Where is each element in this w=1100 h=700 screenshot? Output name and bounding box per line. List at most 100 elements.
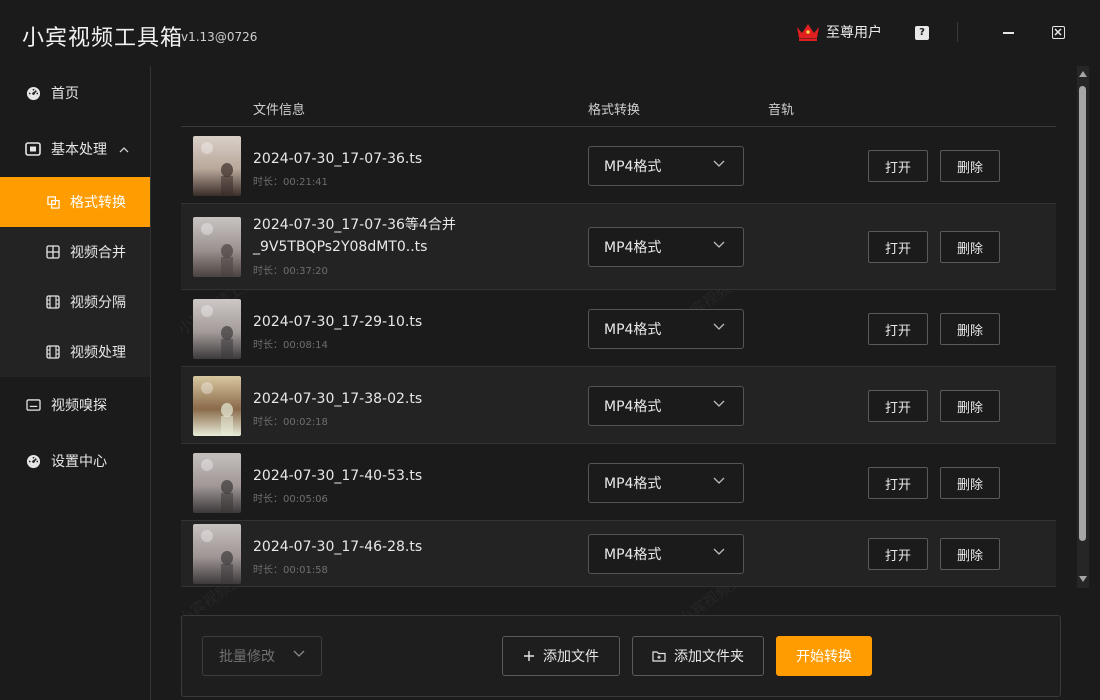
add-file-button[interactable]: 添加文件 xyxy=(502,636,620,676)
format-select[interactable]: MP4格式 xyxy=(588,309,744,349)
scrollbar-thumb[interactable] xyxy=(1079,86,1086,541)
chevron-down-icon xyxy=(713,160,725,167)
video-thumbnail xyxy=(193,299,241,359)
open-button[interactable]: 打开 xyxy=(868,313,928,345)
table-row: 2024-07-30_17-07-36.ts 时长：00:21:41 MP4格式… xyxy=(181,127,1056,204)
delete-button[interactable]: 删除 xyxy=(940,467,1000,499)
sidebar-label: 设置中心 xyxy=(51,454,107,470)
titlebar-divider xyxy=(957,22,958,42)
format-select[interactable]: MP4格式 xyxy=(588,146,744,186)
format-select[interactable]: MP4格式 xyxy=(588,463,744,503)
video-thumbnail xyxy=(193,376,241,436)
film-icon xyxy=(46,295,60,309)
action-panel: 批量修改 添加文件 添加文件夹 开始转换 xyxy=(181,615,1061,697)
sidebar-item-format-convert[interactable]: 格式转换 xyxy=(0,177,150,227)
column-header-file-info: 文件信息 xyxy=(253,103,306,118)
add-folder-label: 添加文件夹 xyxy=(674,649,744,665)
table-row: 2024-07-30_17-29-10.ts 时长：00:08:14 MP4格式… xyxy=(181,290,1056,367)
sidebar-submenu: 格式转换 视频合并 视频分隔 视频处理 xyxy=(0,177,150,377)
format-select[interactable]: MP4格式 xyxy=(588,386,744,426)
title-bar: 小宾视频工具箱 v1.13@0726 至尊用户 ? xyxy=(0,0,1100,66)
file-duration: 时长：00:05:06 xyxy=(253,494,328,505)
sidebar-label: 视频嗅探 xyxy=(51,398,107,414)
table-row: 2024-07-30_17-46-28.ts 时长：00:01:58 MP4格式… xyxy=(181,521,1056,587)
sidebar-divider xyxy=(150,66,151,700)
delete-button[interactable]: 删除 xyxy=(940,231,1000,263)
start-convert-button[interactable]: 开始转换 xyxy=(776,636,872,676)
video-thumbnail xyxy=(193,136,241,196)
file-name: 2024-07-30_17-07-36.ts xyxy=(253,148,422,170)
file-name-line: 2024-07-30_17-29-10.ts xyxy=(253,314,423,330)
file-name-line: 2024-07-30_17-40-53.ts xyxy=(253,468,423,484)
column-header-audio-track: 音轨 xyxy=(768,103,795,118)
column-header-format: 格式转换 xyxy=(588,103,641,118)
crown-icon xyxy=(797,24,819,41)
open-button[interactable]: 打开 xyxy=(868,467,928,499)
sidebar-item-basic[interactable]: 基本处理 xyxy=(0,124,150,174)
sidebar-item-video-process[interactable]: 视频处理 xyxy=(0,327,150,377)
table-row: 2024-07-30_17-07-36等4合并 _9V5TBQPs2Y08dMT… xyxy=(181,204,1056,290)
sidebar-label: 视频处理 xyxy=(70,345,126,361)
file-name-line: _9V5TBQPs2Y08dMT0..ts xyxy=(253,239,428,255)
chevron-down-icon xyxy=(293,650,305,657)
file-name: 2024-07-30_17-38-02.ts xyxy=(253,388,422,410)
sidebar-label: 首页 xyxy=(51,86,79,102)
video-box-icon xyxy=(25,141,41,157)
sidebar-item-settings[interactable]: 设置中心 xyxy=(0,436,150,486)
sidebar-label: 视频合并 xyxy=(70,245,126,261)
format-value: MP4格式 xyxy=(604,476,662,492)
file-duration: 时长：00:37:20 xyxy=(253,266,328,277)
file-duration: 时长：00:01:58 xyxy=(253,565,328,576)
sidebar-item-video-split[interactable]: 视频分隔 xyxy=(0,277,150,327)
close-button[interactable] xyxy=(1052,26,1065,39)
open-button[interactable]: 打开 xyxy=(868,390,928,422)
sidebar-label: 视频分隔 xyxy=(70,295,126,311)
open-button[interactable]: 打开 xyxy=(868,538,928,570)
video-thumbnail xyxy=(193,217,241,277)
scroll-up-arrow-icon[interactable] xyxy=(1078,70,1088,78)
vip-user-button[interactable]: 至尊用户 xyxy=(796,22,882,42)
open-button[interactable]: 打开 xyxy=(868,231,928,263)
merge-icon xyxy=(46,245,60,259)
vip-label: 至尊用户 xyxy=(826,25,882,41)
file-name-line: 2024-07-30_17-46-28.ts xyxy=(253,539,423,555)
table-row: 2024-07-30_17-40-53.ts 时长：00:05:06 MP4格式… xyxy=(181,444,1056,521)
plus-icon xyxy=(524,651,534,661)
sidebar-label: 格式转换 xyxy=(70,195,126,211)
batch-modify-placeholder: 批量修改 xyxy=(219,649,275,665)
help-button[interactable]: ? xyxy=(915,26,929,40)
format-select[interactable]: MP4格式 xyxy=(588,227,744,267)
delete-button[interactable]: 删除 xyxy=(940,390,1000,422)
file-duration: 时长：00:02:18 xyxy=(253,417,328,428)
minimize-button[interactable] xyxy=(1003,32,1014,34)
convert-icon xyxy=(46,195,60,209)
file-name: 2024-07-30_17-29-10.ts xyxy=(253,311,422,333)
delete-button[interactable]: 删除 xyxy=(940,538,1000,570)
chevron-down-icon xyxy=(713,323,725,330)
video-thumbnail xyxy=(193,524,241,584)
format-select[interactable]: MP4格式 xyxy=(588,534,744,574)
chevron-up-icon xyxy=(119,143,129,156)
sidebar-item-home[interactable]: 首页 xyxy=(0,68,150,118)
open-button[interactable]: 打开 xyxy=(868,150,928,182)
film-icon xyxy=(46,345,60,359)
app-version: v1.13@0726 xyxy=(181,30,258,44)
close-icon xyxy=(1054,28,1062,36)
chevron-down-icon xyxy=(713,477,725,484)
sidebar-item-sniff[interactable]: 视频嗅探 xyxy=(0,380,150,430)
gauge-icon xyxy=(25,85,41,101)
add-folder-button[interactable]: 添加文件夹 xyxy=(632,636,764,676)
delete-button[interactable]: 删除 xyxy=(940,313,1000,345)
file-name: 2024-07-30_17-46-28.ts xyxy=(253,536,422,558)
file-duration: 时长：00:21:41 xyxy=(253,177,328,188)
app-title: 小宾视频工具箱 xyxy=(22,26,184,51)
scroll-down-arrow-icon[interactable] xyxy=(1078,575,1088,583)
chevron-down-icon xyxy=(713,241,725,248)
sidebar-item-video-merge[interactable]: 视频合并 xyxy=(0,227,150,277)
delete-button[interactable]: 删除 xyxy=(940,150,1000,182)
file-name-line: 2024-07-30_17-38-02.ts xyxy=(253,391,423,407)
monitor-icon xyxy=(25,397,41,413)
file-duration: 时长：00:08:14 xyxy=(253,340,328,351)
batch-modify-select[interactable]: 批量修改 xyxy=(202,636,322,676)
table-row: 2024-07-30_17-38-02.ts 时长：00:02:18 MP4格式… xyxy=(181,367,1056,444)
